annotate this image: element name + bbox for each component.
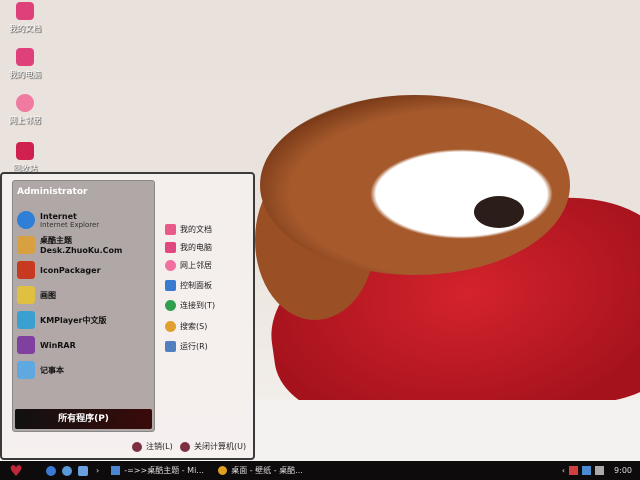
program-winrar[interactable]: WinRAR xyxy=(17,334,152,356)
white-rug xyxy=(250,400,640,462)
control-panel-icon xyxy=(165,280,176,291)
computer-icon xyxy=(165,242,176,253)
paint-icon xyxy=(17,286,35,304)
place-my-computer[interactable]: 我的电脑 xyxy=(165,242,212,253)
sleeping-dog xyxy=(260,95,570,275)
clock[interactable]: 9:00 xyxy=(614,466,632,475)
place-my-documents[interactable]: 我的文档 xyxy=(165,224,212,235)
taskbar: ♥ › -=>>桌酷主题 - Mi... 桌面 - 壁纸 - 桌酷... ‹ 9… xyxy=(0,461,640,480)
iconpackager-icon xyxy=(17,261,35,279)
logoff-button[interactable]: 注销(L) xyxy=(132,441,173,452)
documents-icon xyxy=(165,224,176,235)
computer-icon xyxy=(16,48,34,66)
program-iconpackager[interactable]: IconPackager xyxy=(17,259,152,281)
user-name: Administrator xyxy=(17,187,88,197)
globe-icon xyxy=(165,300,176,311)
place-network[interactable]: 网上邻居 xyxy=(165,260,212,271)
start-menu: Administrator Internet Internet Explorer … xyxy=(0,172,255,460)
shutdown-button[interactable]: 关闭计算机(U) xyxy=(180,441,246,452)
winrar-icon xyxy=(17,336,35,354)
place-control-panel[interactable]: 控制面板 xyxy=(165,280,212,291)
recycle-bin-icon xyxy=(16,142,34,160)
notepad-icon xyxy=(17,361,35,379)
power-icon xyxy=(180,441,190,452)
all-programs-button[interactable]: 所有程序(P) xyxy=(15,409,152,429)
task-button[interactable]: -=>>桌酷主题 - Mi... xyxy=(111,465,206,476)
run-icon xyxy=(165,341,176,352)
place-run[interactable]: 运行(R) xyxy=(165,341,208,352)
start-button[interactable]: ♥ xyxy=(0,461,32,480)
system-tray: ‹ 9:00 xyxy=(562,466,640,475)
chrome-icon xyxy=(218,466,228,475)
network-icon xyxy=(165,260,176,271)
ie-quicklaunch-icon[interactable] xyxy=(46,465,56,476)
folder-icon xyxy=(16,2,34,20)
tray-expand[interactable]: ‹ xyxy=(562,466,565,475)
network-icon xyxy=(16,94,34,112)
desktop-icon-network[interactable]: 网上邻居 xyxy=(2,94,48,126)
task-button[interactable]: 桌面 - 壁纸 - 桌酷... xyxy=(218,465,313,476)
quicklaunch-expand[interactable]: › xyxy=(96,466,99,475)
desktop-icon-my-documents[interactable]: 我的文档 xyxy=(2,2,48,34)
desktop-icon-recycle-bin[interactable]: 回收站 xyxy=(2,142,48,174)
ie-icon xyxy=(17,211,35,229)
browser-quicklaunch-icon[interactable] xyxy=(62,465,72,476)
window-icon xyxy=(111,466,121,475)
program-internet-explorer[interactable]: Internet Internet Explorer xyxy=(17,209,152,231)
dog-nose xyxy=(474,196,524,228)
place-connect-to[interactable]: 连接到(T) xyxy=(165,300,215,311)
program-notepad[interactable]: 记事本 xyxy=(17,359,152,381)
program-paint[interactable]: 画图 xyxy=(17,284,152,306)
kmplayer-icon xyxy=(17,311,35,329)
desktop-quicklaunch-icon[interactable] xyxy=(78,465,88,476)
zhuoku-icon xyxy=(17,236,35,254)
heart-icon: ♥ xyxy=(9,461,23,480)
place-search[interactable]: 搜索(S) xyxy=(165,321,207,332)
logoff-icon xyxy=(132,441,142,452)
search-icon xyxy=(165,321,176,332)
desktop-icon-my-computer[interactable]: 我的电脑 xyxy=(2,48,48,80)
program-kmplayer[interactable]: KMPlayer中文版 xyxy=(17,309,152,331)
tray-network-icon[interactable] xyxy=(582,466,592,475)
programs-pane: Administrator Internet Internet Explorer … xyxy=(12,180,155,432)
program-zhuoku[interactable]: 桌酷主题Desk.ZhuoKu.Com xyxy=(17,234,152,256)
tray-app-icon[interactable] xyxy=(569,466,579,475)
tray-volume-icon[interactable] xyxy=(595,466,605,475)
